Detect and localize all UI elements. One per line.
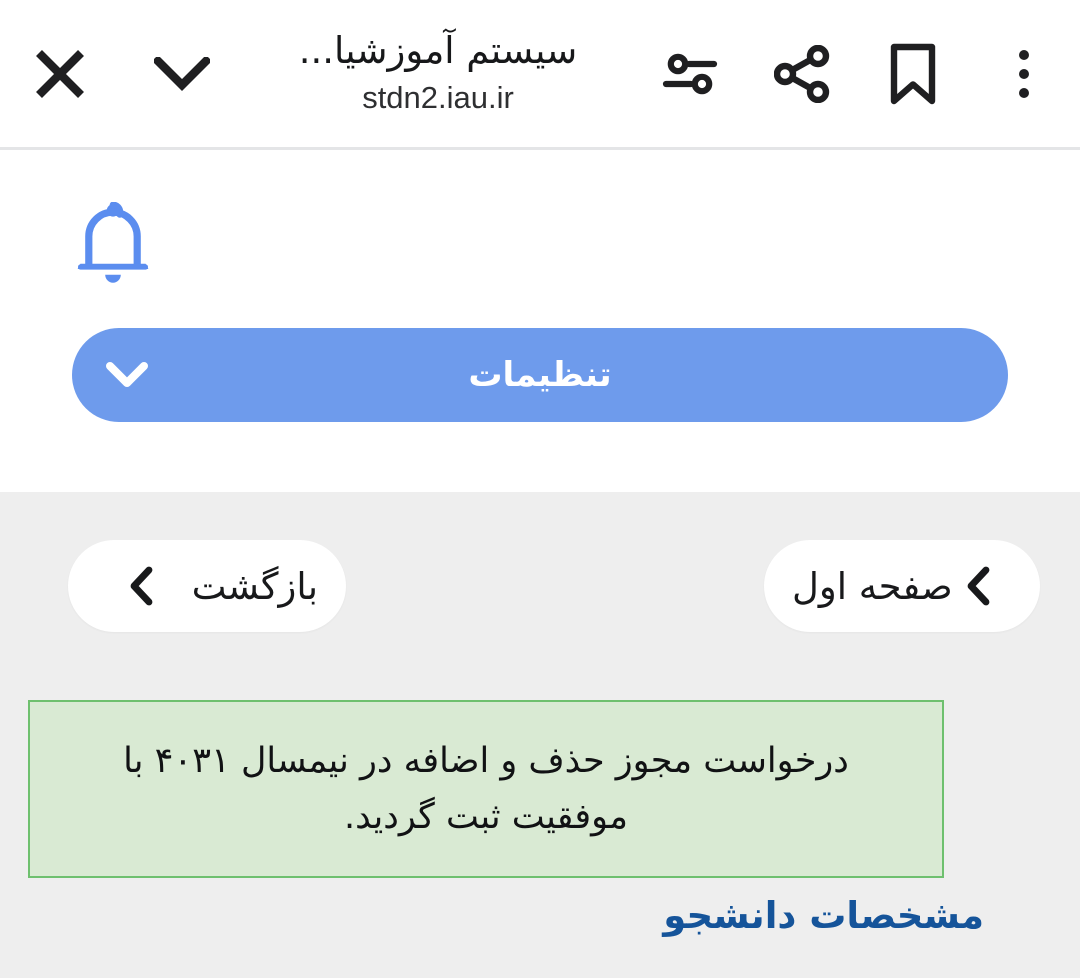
share-button[interactable] [748, 0, 858, 149]
home-button-label: صفحه اول [792, 564, 953, 608]
home-button[interactable]: صفحه اول [764, 540, 1040, 632]
page-title: سیستم آموزشیا... [298, 28, 578, 72]
overflow-menu-button[interactable] [968, 0, 1080, 149]
close-button[interactable] [0, 0, 120, 149]
chevron-right-icon [967, 566, 991, 606]
collapse-button[interactable] [120, 0, 244, 149]
overflow-menu-icon [1019, 49, 1029, 98]
page-url: stdn2.iau.ir [362, 79, 514, 115]
chevron-left-icon [130, 566, 154, 606]
settings-toggle-button[interactable]: تنظیمات [72, 328, 1008, 422]
browser-toolbar: سیستم آموزشیا... stdn2.iau.ir [0, 0, 1080, 150]
navigation-row: صفحه اول بازگشت [0, 492, 1080, 657]
bell-icon [77, 201, 149, 283]
back-button-label: بازگشت [191, 564, 318, 608]
page-title-block[interactable]: سیستم آموزشیا... stdn2.iau.ir [244, 0, 632, 149]
back-button[interactable]: بازگشت [68, 540, 346, 632]
success-alert: درخواست مجوز حذف و اضافه در نیمسال ۴۰۳۱ … [28, 700, 944, 878]
settings-button-label: تنظیمات [468, 355, 612, 395]
student-info-link[interactable]: مشخصات دانشجو [663, 894, 984, 937]
notification-bell-button[interactable] [76, 201, 150, 288]
chevron-down-icon [106, 362, 148, 388]
chevron-down-icon [154, 56, 210, 91]
notification-panel: تنظیمات [0, 150, 1080, 492]
page-settings-button[interactable] [632, 0, 748, 149]
success-alert-message: درخواست مجوز حذف و اضافه در نیمسال ۴۰۳۱ … [123, 741, 849, 837]
bookmark-icon [890, 43, 936, 104]
page-content: صفحه اول بازگشت درخواست مجوز حذف و اضافه… [0, 492, 1080, 978]
close-icon [36, 49, 84, 98]
share-icon [774, 44, 830, 103]
tune-icon [662, 53, 718, 94]
bookmark-button[interactable] [858, 0, 968, 149]
